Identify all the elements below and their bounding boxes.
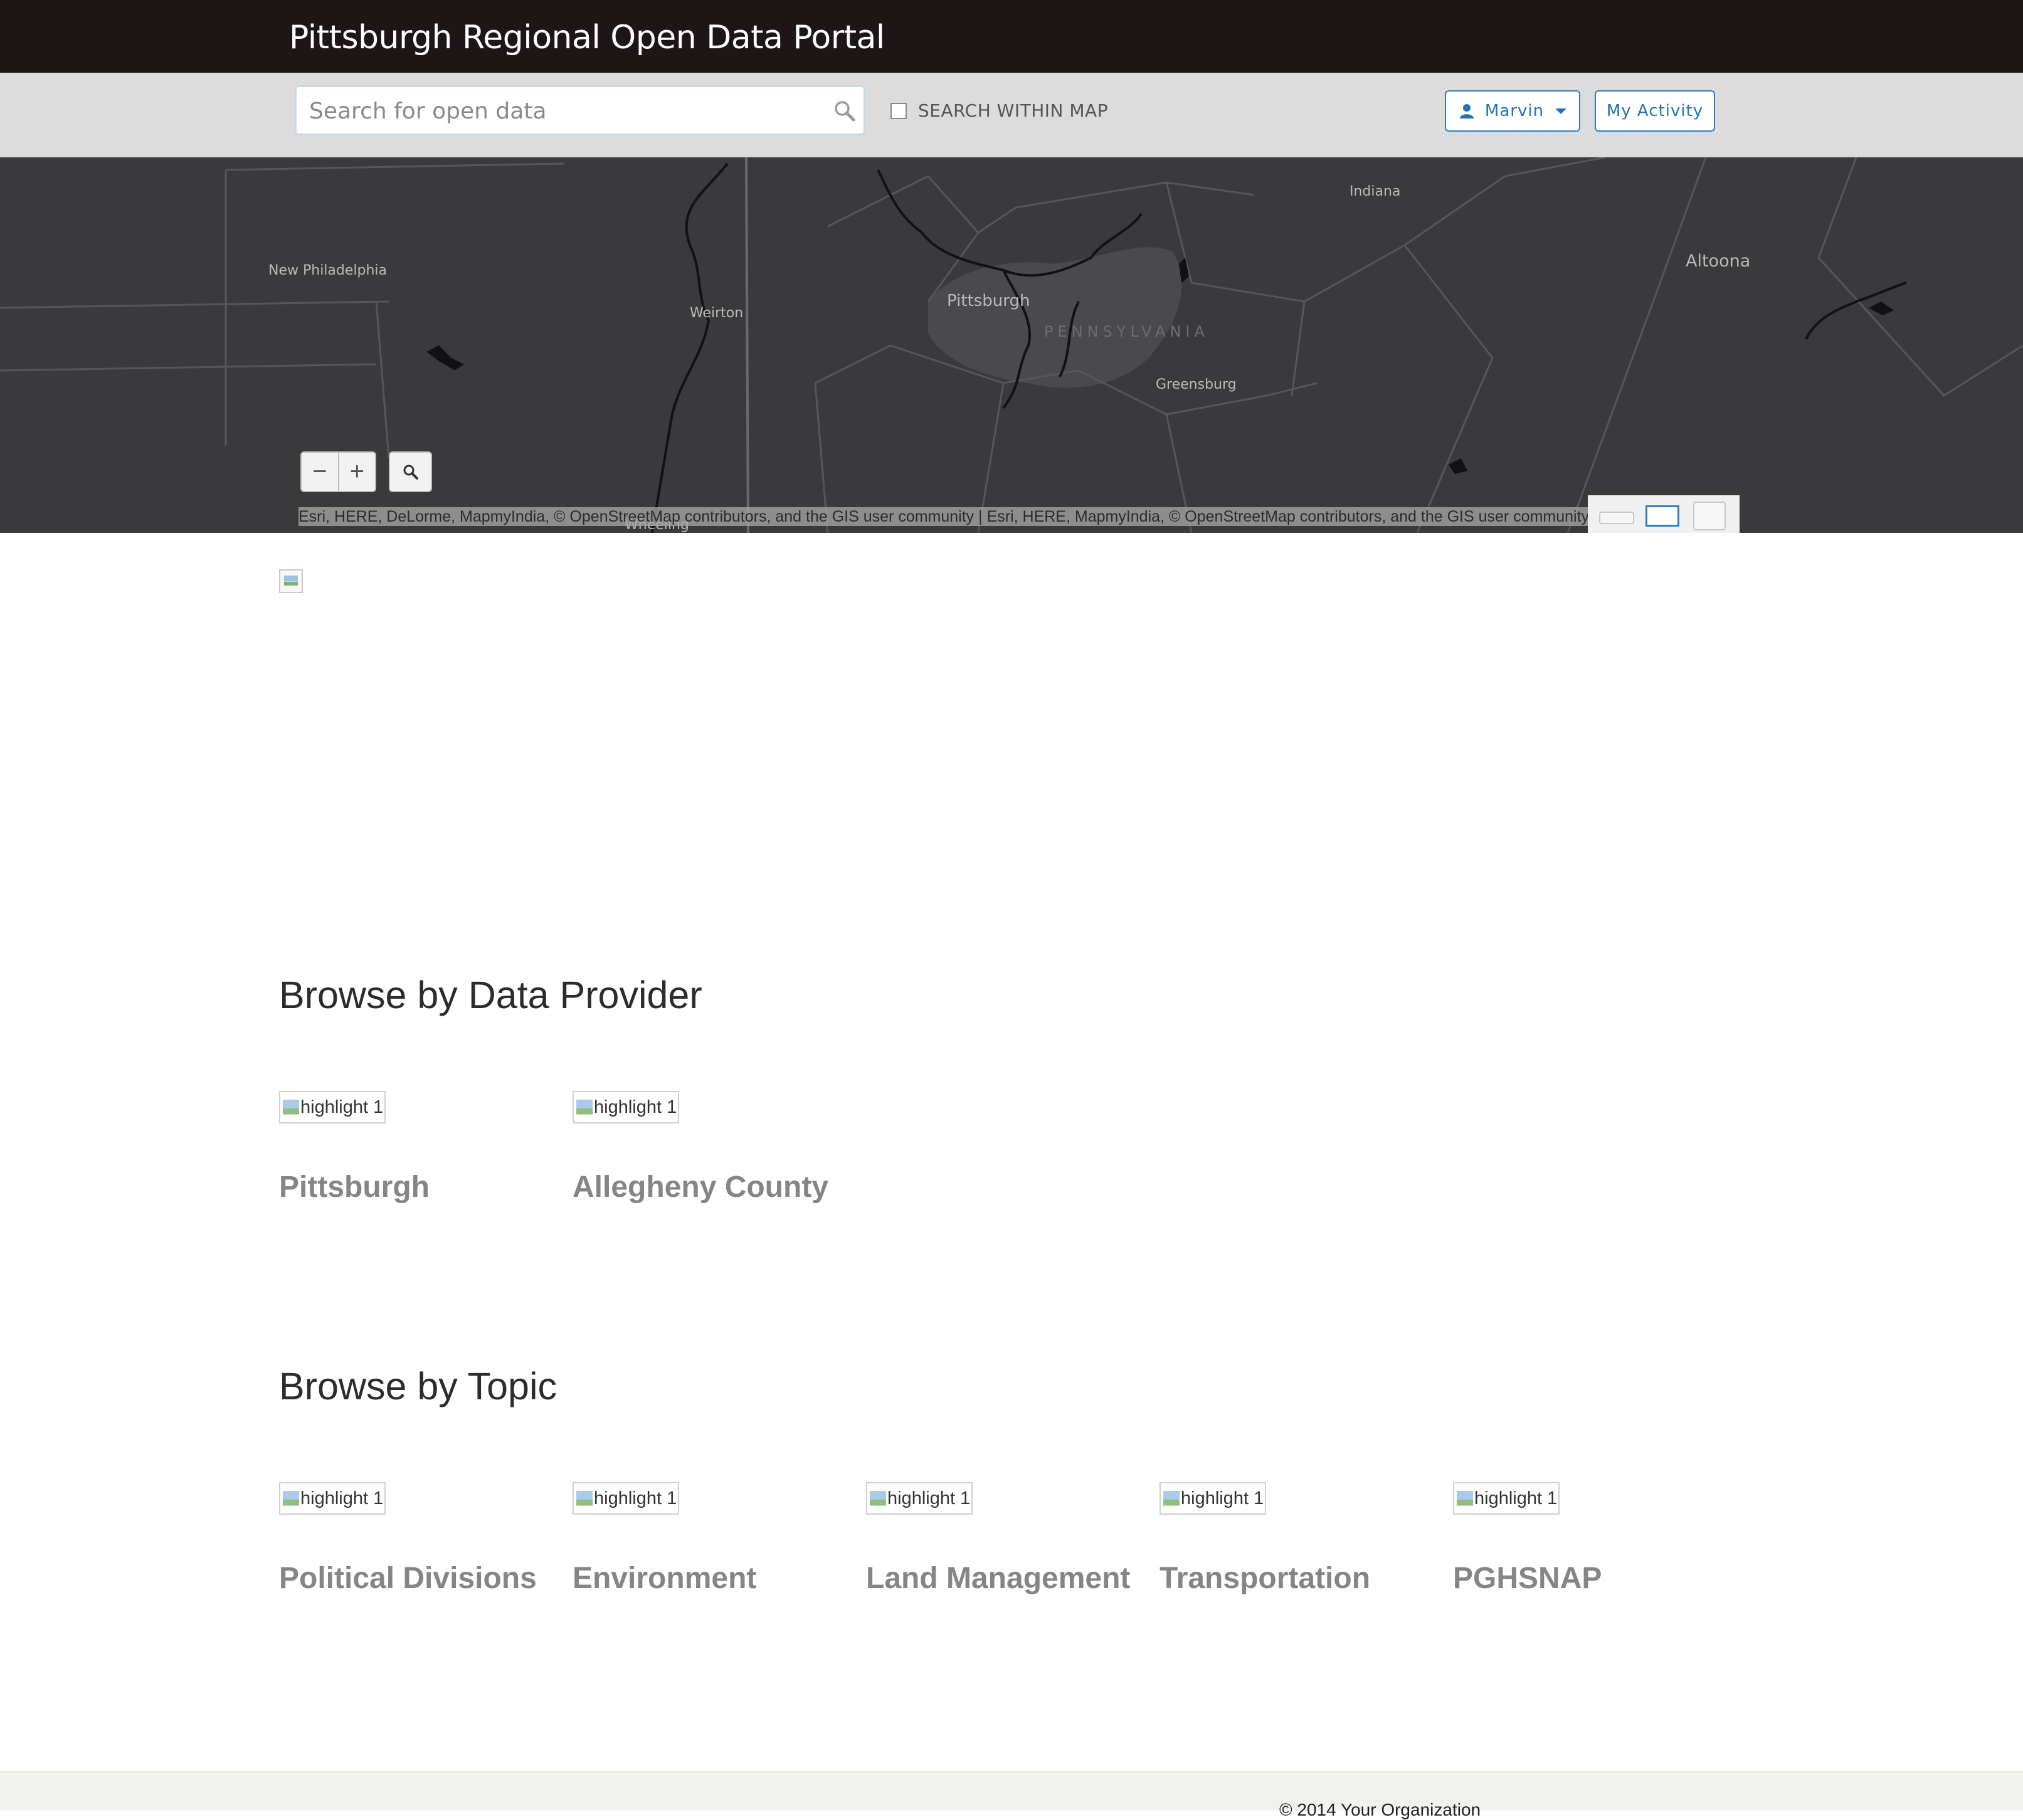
footer: © 2014 Your Organization xyxy=(0,1771,2023,1819)
zoom-out-button[interactable]: − xyxy=(302,453,339,491)
search-icon[interactable] xyxy=(832,98,857,124)
topic-link-environment[interactable]: Environment xyxy=(573,1561,756,1596)
search-within-map-checkbox[interactable] xyxy=(890,102,907,119)
search-within-map-label[interactable]: SEARCH WITHIN MAP xyxy=(918,100,1108,121)
search-within-map[interactable]: SEARCH WITHIN MAP xyxy=(890,100,1108,121)
topic-link-transportation[interactable]: Transportation xyxy=(1159,1561,1370,1596)
basemap-option-1[interactable] xyxy=(1599,512,1634,524)
site-title[interactable]: Pittsburgh Regional Open Data Portal xyxy=(289,19,885,56)
basemap-option-2[interactable] xyxy=(1645,505,1679,527)
search-input[interactable] xyxy=(308,87,825,135)
map-label-altoona: Altoona xyxy=(1686,251,1751,271)
map-label-greensburg: Greensburg xyxy=(1156,377,1237,392)
map-label-pennsylvania: PENNSYLVANIA xyxy=(1044,323,1209,340)
topic-image-land-management[interactable]: highlight 1 xyxy=(866,1482,973,1515)
magnifier-icon xyxy=(403,465,418,480)
provider-image-allegheny-county[interactable]: highlight 1 xyxy=(573,1091,679,1123)
user-icon xyxy=(1459,103,1475,119)
my-activity-button[interactable]: My Activity xyxy=(1595,90,1715,132)
user-menu-button[interactable]: Marvin xyxy=(1445,90,1580,132)
topic-link-land-management[interactable]: Land Management xyxy=(866,1561,1130,1596)
banner-image xyxy=(279,569,303,593)
search-bar: SEARCH WITHIN MAP Marvin My Activity xyxy=(0,73,2023,158)
providers-heading: Browse by Data Provider xyxy=(279,974,702,1016)
map[interactable]: New Philadelphia Weirton Pittsburgh PENN… xyxy=(0,157,2023,533)
topic-link-political-divisions[interactable]: Political Divisions xyxy=(279,1561,537,1596)
site-header: Pittsburgh Regional Open Data Portal xyxy=(0,0,2023,73)
zoom-in-button[interactable]: + xyxy=(339,453,376,491)
basemap-switcher xyxy=(1588,495,1740,533)
map-attribution: Esri, HERE, DeLorme, MapmyIndia, © OpenS… xyxy=(298,507,1588,526)
provider-link-pittsburgh[interactable]: Pittsburgh xyxy=(279,1170,430,1204)
topics-heading: Browse by Topic xyxy=(279,1365,557,1407)
topic-image-political-divisions[interactable]: highlight 1 xyxy=(279,1482,386,1515)
copyright-text: © 2014 Your Organization xyxy=(1279,1800,1481,1819)
basemap-option-3[interactable] xyxy=(1693,502,1726,530)
provider-link-allegheny-county[interactable]: Allegheny County xyxy=(573,1170,828,1204)
map-label-weirton: Weirton xyxy=(690,305,744,321)
urban-area xyxy=(928,247,1182,388)
provider-image-pittsburgh[interactable]: highlight 1 xyxy=(279,1091,386,1123)
user-menu-label: Marvin xyxy=(1484,102,1545,120)
topic-link-pghsnap[interactable]: PGHSNAP xyxy=(1453,1561,1602,1596)
map-label-indiana: Indiana xyxy=(1350,184,1401,199)
search-box[interactable] xyxy=(295,85,865,135)
map-label-pittsburgh: Pittsburgh xyxy=(947,292,1030,310)
chevron-down-icon xyxy=(1555,108,1567,114)
map-label-new-philadelphia: New Philadelphia xyxy=(268,263,388,278)
topic-image-transportation[interactable]: highlight 1 xyxy=(1159,1482,1266,1515)
zoom-control: − + xyxy=(300,451,376,492)
map-search-button[interactable] xyxy=(389,451,432,492)
topic-image-pghsnap[interactable]: highlight 1 xyxy=(1453,1482,1560,1515)
topic-image-environment[interactable]: highlight 1 xyxy=(573,1482,679,1515)
